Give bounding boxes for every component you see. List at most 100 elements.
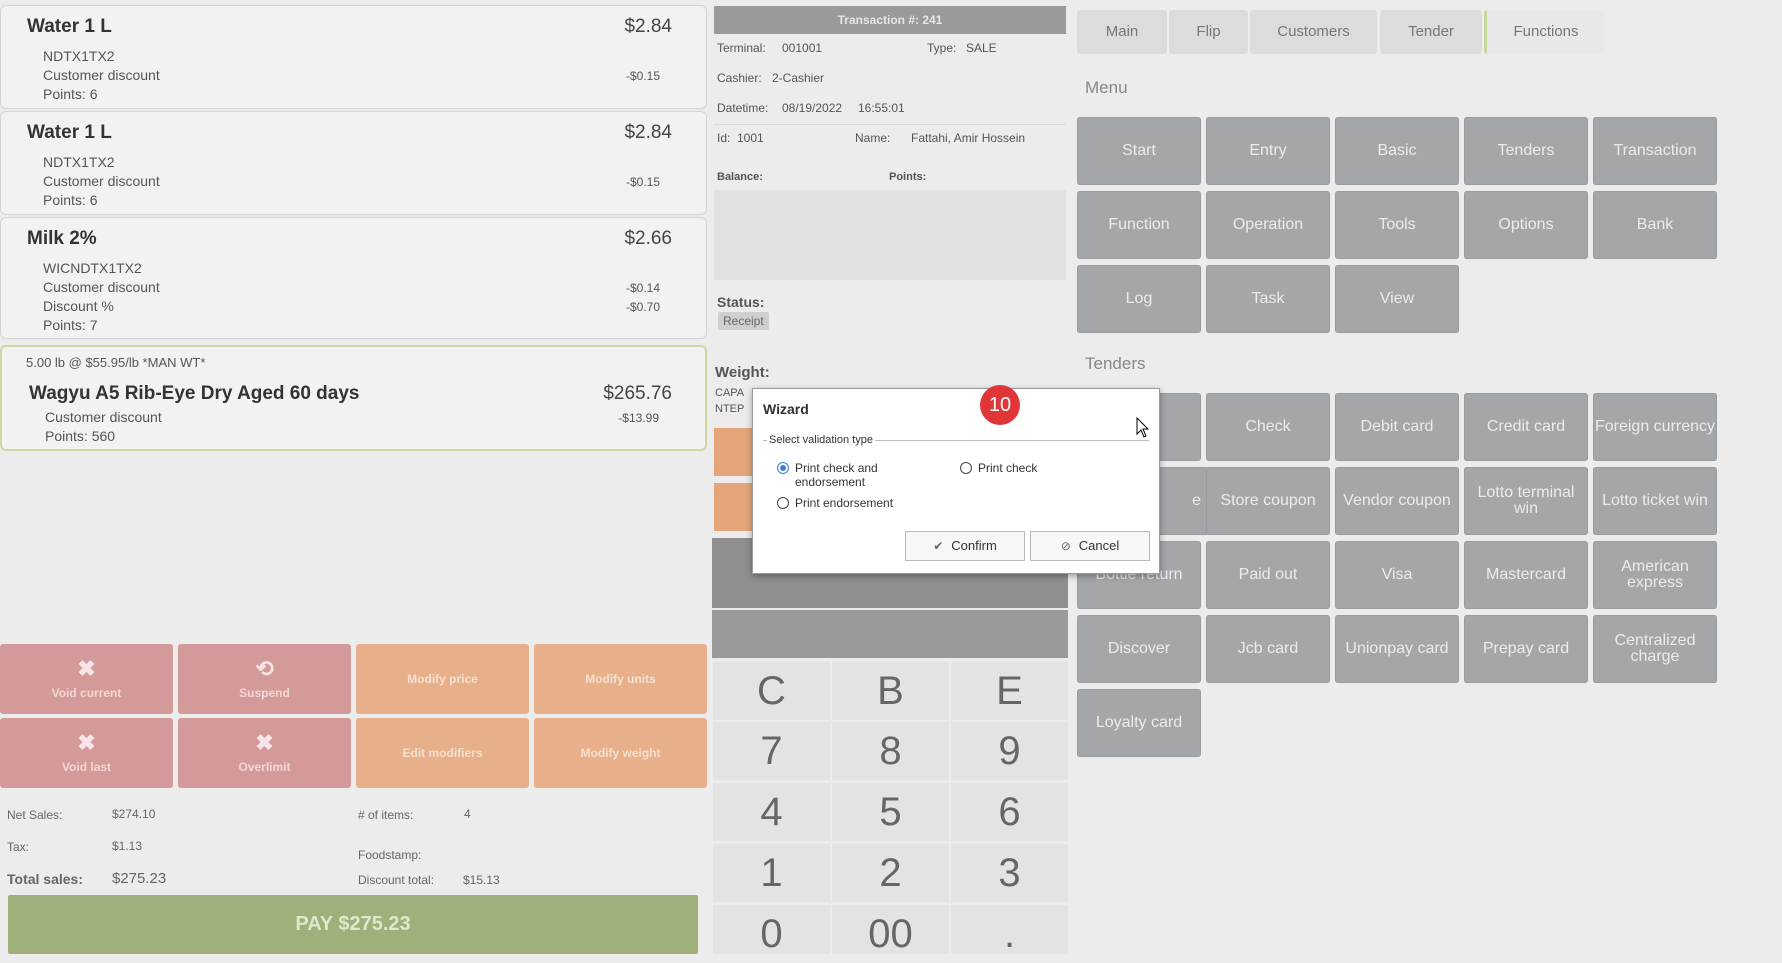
- terminal-label: Terminal:: [717, 41, 766, 55]
- menu-log[interactable]: Log: [1077, 265, 1201, 333]
- menu-options[interactable]: Options: [1464, 191, 1588, 259]
- item-row[interactable]: Water 1 L $2.84 NDTX1TX2 Customer discou…: [0, 111, 707, 215]
- tender-lotto-ticket-win[interactable]: Lotto ticket win: [1593, 467, 1717, 535]
- menu-task[interactable]: Task: [1206, 265, 1330, 333]
- input-bar[interactable]: [712, 610, 1068, 658]
- item-row[interactable]: Milk 2% $2.66 WICNDTX1TX2 Customer disco…: [0, 217, 707, 339]
- menu-entry[interactable]: Entry: [1206, 117, 1330, 185]
- overlimit-label: Overlimit: [238, 760, 291, 774]
- step-number-badge: 10: [980, 385, 1020, 425]
- modify-price-button[interactable]: Modify price: [356, 644, 529, 714]
- option-print-endorsement[interactable]: Print endorsement: [795, 496, 893, 510]
- keypad-key-c[interactable]: C: [713, 662, 830, 720]
- tender-unionpay-card[interactable]: Unionpay card: [1335, 615, 1459, 683]
- menu-operation[interactable]: Operation: [1206, 191, 1330, 259]
- cancel-label: Cancel: [1078, 538, 1120, 553]
- void-last-button[interactable]: ✖ Void last: [0, 718, 173, 788]
- cashier-value: 2-Cashier: [772, 71, 825, 85]
- x-icon: ✖: [77, 730, 96, 755]
- tender-foreign-currency[interactable]: Foreign currency: [1593, 393, 1717, 461]
- item-name: Wagyu A5 Rib-Eye Dry Aged 60 days: [29, 383, 360, 404]
- modify-units-button[interactable]: Modify units: [534, 644, 707, 714]
- tender-discover[interactable]: Discover: [1077, 615, 1201, 683]
- overlimit-button[interactable]: ✖ Overlimit: [178, 718, 351, 788]
- keypad-key-2[interactable]: 2: [832, 844, 949, 902]
- item-discount-label: Customer discount: [45, 409, 162, 425]
- radio-print-check[interactable]: [960, 462, 972, 474]
- menu-function[interactable]: Function: [1077, 191, 1201, 259]
- tender-vendor-coupon[interactable]: Vendor coupon: [1335, 467, 1459, 535]
- keypad-key-7[interactable]: 7: [713, 722, 830, 780]
- keypad-key-e[interactable]: E: [951, 662, 1068, 720]
- tender-mastercard[interactable]: Mastercard: [1464, 541, 1588, 609]
- radio-print-check-and-endorsement[interactable]: [777, 462, 789, 474]
- item-price: $2.84: [624, 16, 672, 37]
- weight-line2: NTEP: [715, 403, 745, 415]
- item-row-selected[interactable]: 5.00 lb @ $55.95/lb *MAN WT* Wagyu A5 Ri…: [0, 345, 707, 451]
- items-count-label: # of items:: [358, 808, 414, 822]
- keypad-key-9[interactable]: 9: [951, 722, 1068, 780]
- keypad-key-0[interactable]: 0: [713, 905, 830, 956]
- keypad-key-1[interactable]: 1: [713, 844, 830, 902]
- id-label: Id:: [717, 131, 731, 145]
- pay-button[interactable]: PAY $275.23: [8, 895, 698, 954]
- tab-main[interactable]: Main: [1077, 10, 1167, 54]
- tender-centralized-charge[interactable]: Centralized charge: [1593, 615, 1717, 683]
- radio-print-endorsement[interactable]: [777, 497, 789, 509]
- tab-customers[interactable]: Customers: [1250, 10, 1377, 54]
- tender-prepay-card[interactable]: Prepay card: [1464, 615, 1588, 683]
- terminal-value: 001001: [782, 41, 823, 55]
- confirm-button[interactable]: ✔ Confirm: [905, 531, 1025, 561]
- suspend-button[interactable]: ⟲ Suspend: [178, 644, 351, 714]
- tab-tender[interactable]: Tender: [1380, 10, 1482, 54]
- wizard-dialog: Wizard Select validation type Print chec…: [752, 388, 1160, 574]
- keypad-key-3[interactable]: 3: [951, 844, 1068, 902]
- keypad-key-00[interactable]: 00: [832, 905, 949, 956]
- menu-basic[interactable]: Basic: [1335, 117, 1459, 185]
- item-name: Water 1 L: [27, 122, 112, 143]
- x-icon: ✖: [77, 656, 96, 681]
- tender-store-coupon[interactable]: Store coupon: [1206, 467, 1330, 535]
- keypad-key-8[interactable]: 8: [832, 722, 949, 780]
- tender-check[interactable]: Check: [1206, 393, 1330, 461]
- date-value: 08/19/2022: [782, 101, 843, 115]
- menu-view[interactable]: View: [1335, 265, 1459, 333]
- history-icon: ⟲: [255, 656, 274, 681]
- item-discount-value: -$0.15: [625, 69, 660, 83]
- name-label: Name:: [855, 131, 891, 145]
- item-discount-label: Customer discount: [43, 279, 160, 295]
- datetime-label: Datetime:: [717, 101, 769, 115]
- tender-debit-card[interactable]: Debit card: [1335, 393, 1459, 461]
- menu-tools[interactable]: Tools: [1335, 191, 1459, 259]
- tender-american-express[interactable]: American express: [1593, 541, 1717, 609]
- keypad-key-5[interactable]: 5: [832, 783, 949, 841]
- keypad-key-6[interactable]: 6: [951, 783, 1068, 841]
- cancel-icon: ⊘: [1060, 539, 1071, 553]
- void-current-button[interactable]: ✖ Void current: [0, 644, 173, 714]
- item-row[interactable]: Water 1 L $2.84 NDTX1TX2 Customer discou…: [0, 5, 707, 109]
- tender-loyalty-card[interactable]: Loyalty card: [1077, 689, 1201, 757]
- keypad-key-dot[interactable]: .: [951, 905, 1068, 956]
- transaction-header: Transaction #: 241: [714, 6, 1066, 34]
- option-print-check-and-endorsement[interactable]: Print check and endorsement: [795, 461, 905, 489]
- cancel-button[interactable]: ⊘ Cancel: [1030, 531, 1150, 561]
- tender-jcb-card[interactable]: Jcb card: [1206, 615, 1330, 683]
- menu-transaction[interactable]: Transaction: [1593, 117, 1717, 185]
- tender-credit-card[interactable]: Credit card: [1464, 393, 1588, 461]
- menu-start[interactable]: Start: [1077, 117, 1201, 185]
- tender-lotto-terminal-win[interactable]: Lotto terminal win: [1464, 467, 1588, 535]
- modify-weight-button[interactable]: Modify weight: [534, 718, 707, 788]
- tab-flip[interactable]: Flip: [1169, 10, 1248, 54]
- edit-modifiers-button[interactable]: Edit modifiers: [356, 718, 529, 788]
- tender-visa[interactable]: Visa: [1335, 541, 1459, 609]
- keypad-key-4[interactable]: 4: [713, 783, 830, 841]
- item-discount-value: -$13.99: [618, 411, 659, 425]
- tender-paid-out[interactable]: Paid out: [1206, 541, 1330, 609]
- menu-bank[interactable]: Bank: [1593, 191, 1717, 259]
- menu-tenders[interactable]: Tenders: [1464, 117, 1588, 185]
- item-weight-prefix: 5.00 lb @ $55.95/lb *MAN WT*: [26, 355, 206, 370]
- keypad-key-b[interactable]: B: [832, 662, 949, 720]
- option-print-check[interactable]: Print check: [978, 461, 1037, 475]
- tab-functions[interactable]: Functions: [1484, 10, 1605, 54]
- item-discount-label: Customer discount: [43, 173, 160, 189]
